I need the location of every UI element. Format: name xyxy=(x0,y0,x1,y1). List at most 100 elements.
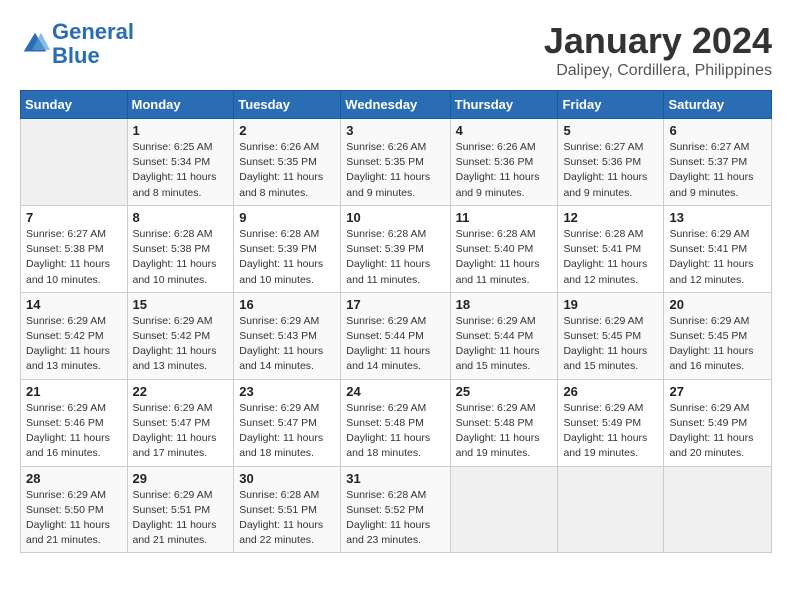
calendar-cell xyxy=(664,466,772,553)
column-header-wednesday: Wednesday xyxy=(341,91,450,119)
calendar-cell: 21 Sunrise: 6:29 AMSunset: 5:46 PMDayligh… xyxy=(21,379,128,466)
day-number: 28 xyxy=(26,471,122,486)
day-info: Sunrise: 6:27 AMSunset: 5:38 PMDaylight:… xyxy=(26,227,122,288)
day-number: 11 xyxy=(456,210,553,225)
column-header-tuesday: Tuesday xyxy=(234,91,341,119)
day-number: 24 xyxy=(346,384,444,399)
day-info: Sunrise: 6:29 AMSunset: 5:44 PMDaylight:… xyxy=(346,314,444,375)
day-number: 15 xyxy=(133,297,229,312)
day-info: Sunrise: 6:29 AMSunset: 5:49 PMDaylight:… xyxy=(669,401,766,462)
calendar-cell: 10 Sunrise: 6:28 AMSunset: 5:39 PMDayligh… xyxy=(341,205,450,292)
calendar-cell: 4Sunrise: 6:26 AMSunset: 5:36 PMDaylight… xyxy=(450,119,558,206)
calendar-cell xyxy=(450,466,558,553)
calendar-cell: 18 Sunrise: 6:29 AMSunset: 5:44 PMDayligh… xyxy=(450,292,558,379)
calendar-cell: 29 Sunrise: 6:29 AMSunset: 5:51 PMDayligh… xyxy=(127,466,234,553)
logo-text: General Blue xyxy=(52,20,134,68)
day-number: 9 xyxy=(239,210,335,225)
page-header: General Blue January 2024 Dalipey, Cordi… xyxy=(20,20,772,80)
day-info: Sunrise: 6:29 AMSunset: 5:41 PMDaylight:… xyxy=(669,227,766,288)
day-info: Sunrise: 6:29 AMSunset: 5:49 PMDaylight:… xyxy=(563,401,658,462)
calendar-cell: 3 Sunrise: 6:26 AMSunset: 5:35 PMDaylight… xyxy=(341,119,450,206)
day-number: 23 xyxy=(239,384,335,399)
day-info: Sunrise: 6:29 AMSunset: 5:50 PMDaylight:… xyxy=(26,488,122,549)
day-number: 31 xyxy=(346,471,444,486)
day-info: Sunrise: 6:25 AMSunset: 5:34 PMDaylight:… xyxy=(133,140,229,201)
day-number: 3 xyxy=(346,123,444,138)
day-info: Sunrise: 6:28 AMSunset: 5:39 PMDaylight:… xyxy=(346,227,444,288)
day-info: Sunrise: 6:28 AMSunset: 5:52 PMDaylight:… xyxy=(346,488,444,549)
day-info: Sunrise: 6:26 AMSunset: 5:36 PMDaylight:… xyxy=(456,140,553,201)
day-info: Sunrise: 6:27 AMSunset: 5:37 PMDaylight:… xyxy=(669,140,766,201)
calendar-cell: 11 Sunrise: 6:28 AMSunset: 5:40 PMDayligh… xyxy=(450,205,558,292)
logo-icon xyxy=(20,29,50,59)
day-info: Sunrise: 6:28 AMSunset: 5:39 PMDaylight:… xyxy=(239,227,335,288)
day-number: 2 xyxy=(239,123,335,138)
day-info: Sunrise: 6:29 AMSunset: 5:45 PMDaylight:… xyxy=(563,314,658,375)
column-header-saturday: Saturday xyxy=(664,91,772,119)
day-number: 12 xyxy=(563,210,658,225)
column-header-thursday: Thursday xyxy=(450,91,558,119)
day-info: Sunrise: 6:28 AMSunset: 5:40 PMDaylight:… xyxy=(456,227,553,288)
day-number: 26 xyxy=(563,384,658,399)
day-number: 5 xyxy=(563,123,658,138)
calendar-week-row: 28 Sunrise: 6:29 AMSunset: 5:50 PMDayligh… xyxy=(21,466,772,553)
day-number: 8 xyxy=(133,210,229,225)
month-title: January 2024 xyxy=(544,20,772,62)
logo: General Blue xyxy=(20,20,134,68)
calendar-week-row: 7Sunrise: 6:27 AMSunset: 5:38 PMDaylight… xyxy=(21,205,772,292)
calendar-cell: 7Sunrise: 6:27 AMSunset: 5:38 PMDaylight… xyxy=(21,205,128,292)
calendar-cell: 30Sunrise: 6:28 AMSunset: 5:51 PMDayligh… xyxy=(234,466,341,553)
calendar-cell: 24 Sunrise: 6:29 AMSunset: 5:48 PMDayligh… xyxy=(341,379,450,466)
day-info: Sunrise: 6:29 AMSunset: 5:47 PMDaylight:… xyxy=(133,401,229,462)
day-number: 21 xyxy=(26,384,122,399)
calendar-header-row: SundayMondayTuesdayWednesdayThursdayFrid… xyxy=(21,91,772,119)
day-number: 17 xyxy=(346,297,444,312)
day-info: Sunrise: 6:29 AMSunset: 5:42 PMDaylight:… xyxy=(133,314,229,375)
day-info: Sunrise: 6:29 AMSunset: 5:51 PMDaylight:… xyxy=(133,488,229,549)
calendar-cell: 28 Sunrise: 6:29 AMSunset: 5:50 PMDayligh… xyxy=(21,466,128,553)
calendar-cell: 27 Sunrise: 6:29 AMSunset: 5:49 PMDayligh… xyxy=(664,379,772,466)
day-info: Sunrise: 6:29 AMSunset: 5:42 PMDaylight:… xyxy=(26,314,122,375)
column-header-sunday: Sunday xyxy=(21,91,128,119)
day-info: Sunrise: 6:27 AMSunset: 5:36 PMDaylight:… xyxy=(563,140,658,201)
day-info: Sunrise: 6:26 AMSunset: 5:35 PMDaylight:… xyxy=(346,140,444,201)
calendar-cell: 25Sunrise: 6:29 AMSunset: 5:48 PMDayligh… xyxy=(450,379,558,466)
day-number: 29 xyxy=(133,471,229,486)
day-number: 1 xyxy=(133,123,229,138)
calendar-table: SundayMondayTuesdayWednesdayThursdayFrid… xyxy=(20,90,772,553)
day-number: 27 xyxy=(669,384,766,399)
day-info: Sunrise: 6:29 AMSunset: 5:48 PMDaylight:… xyxy=(346,401,444,462)
day-info: Sunrise: 6:29 AMSunset: 5:47 PMDaylight:… xyxy=(239,401,335,462)
column-header-friday: Friday xyxy=(558,91,664,119)
day-number: 6 xyxy=(669,123,766,138)
day-number: 10 xyxy=(346,210,444,225)
calendar-cell: 5 Sunrise: 6:27 AMSunset: 5:36 PMDaylight… xyxy=(558,119,664,206)
day-info: Sunrise: 6:29 AMSunset: 5:44 PMDaylight:… xyxy=(456,314,553,375)
day-info: Sunrise: 6:29 AMSunset: 5:48 PMDaylight:… xyxy=(456,401,553,462)
calendar-cell: 17 Sunrise: 6:29 AMSunset: 5:44 PMDayligh… xyxy=(341,292,450,379)
day-info: Sunrise: 6:29 AMSunset: 5:43 PMDaylight:… xyxy=(239,314,335,375)
calendar-cell: 26 Sunrise: 6:29 AMSunset: 5:49 PMDayligh… xyxy=(558,379,664,466)
day-number: 13 xyxy=(669,210,766,225)
calendar-cell: 16Sunrise: 6:29 AMSunset: 5:43 PMDayligh… xyxy=(234,292,341,379)
column-header-monday: Monday xyxy=(127,91,234,119)
day-info: Sunrise: 6:28 AMSunset: 5:41 PMDaylight:… xyxy=(563,227,658,288)
day-number: 30 xyxy=(239,471,335,486)
calendar-cell: 12 Sunrise: 6:28 AMSunset: 5:41 PMDayligh… xyxy=(558,205,664,292)
day-info: Sunrise: 6:26 AMSunset: 5:35 PMDaylight:… xyxy=(239,140,335,201)
calendar-cell: 19Sunrise: 6:29 AMSunset: 5:45 PMDayligh… xyxy=(558,292,664,379)
calendar-cell: 15 Sunrise: 6:29 AMSunset: 5:42 PMDayligh… xyxy=(127,292,234,379)
calendar-cell: 20Sunrise: 6:29 AMSunset: 5:45 PMDayligh… xyxy=(664,292,772,379)
calendar-cell: 23 Sunrise: 6:29 AMSunset: 5:47 PMDayligh… xyxy=(234,379,341,466)
calendar-cell: 9 Sunrise: 6:28 AMSunset: 5:39 PMDaylight… xyxy=(234,205,341,292)
calendar-cell xyxy=(558,466,664,553)
calendar-cell: 13 Sunrise: 6:29 AMSunset: 5:41 PMDayligh… xyxy=(664,205,772,292)
day-number: 18 xyxy=(456,297,553,312)
calendar-cell: 8 Sunrise: 6:28 AMSunset: 5:38 PMDaylight… xyxy=(127,205,234,292)
title-block: January 2024 Dalipey, Cordillera, Philip… xyxy=(544,20,772,80)
day-info: Sunrise: 6:29 AMSunset: 5:46 PMDaylight:… xyxy=(26,401,122,462)
day-info: Sunrise: 6:28 AMSunset: 5:38 PMDaylight:… xyxy=(133,227,229,288)
calendar-week-row: 14Sunrise: 6:29 AMSunset: 5:42 PMDayligh… xyxy=(21,292,772,379)
calendar-cell xyxy=(21,119,128,206)
day-info: Sunrise: 6:29 AMSunset: 5:45 PMDaylight:… xyxy=(669,314,766,375)
